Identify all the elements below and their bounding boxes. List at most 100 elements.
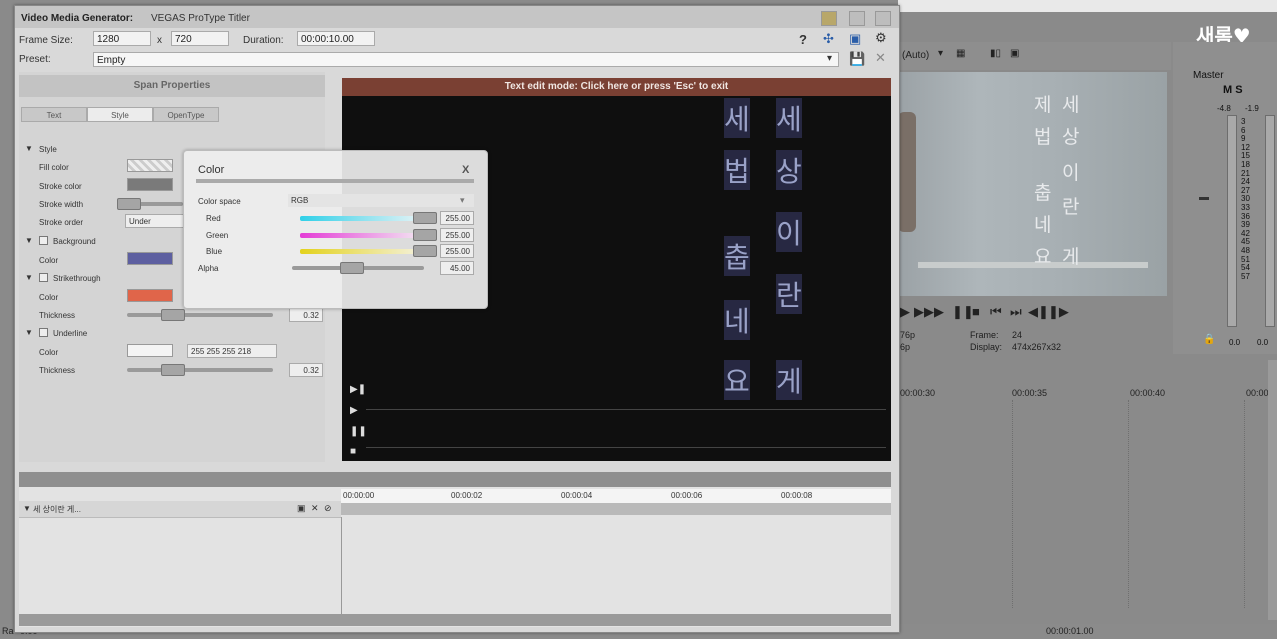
slider-thumb[interactable] bbox=[413, 212, 437, 224]
frame-icon[interactable]: ▣ bbox=[849, 31, 861, 47]
blue-slider[interactable] bbox=[300, 249, 422, 254]
expand-icon[interactable]: ▼ bbox=[23, 504, 31, 513]
strikethrough-thickness-value[interactable]: 0.32 bbox=[289, 308, 323, 322]
main-timeline-tracks[interactable] bbox=[898, 400, 1268, 608]
play-icon[interactable]: ▶ bbox=[934, 304, 944, 320]
title-char[interactable]: 춥 bbox=[724, 236, 750, 276]
timeline-divider[interactable] bbox=[19, 472, 891, 487]
expand-icon[interactable]: ▼ bbox=[25, 273, 33, 282]
duration-field[interactable]: 00:00:10.00 bbox=[297, 31, 375, 46]
slider-thumb[interactable] bbox=[161, 364, 185, 376]
colorspace-dropdown[interactable]: RGB bbox=[288, 194, 474, 207]
background-color-swatch[interactable] bbox=[127, 252, 173, 265]
title-char[interactable]: 세 bbox=[776, 98, 802, 138]
title-char[interactable]: 요 bbox=[724, 360, 750, 400]
preview-scrub-line[interactable] bbox=[366, 447, 886, 448]
layout-icon-2[interactable] bbox=[849, 11, 865, 26]
green-value[interactable]: 255.00 bbox=[440, 228, 474, 242]
green-slider[interactable] bbox=[300, 233, 422, 238]
slider-thumb[interactable] bbox=[413, 245, 437, 257]
stroke-color-swatch[interactable] bbox=[127, 178, 173, 191]
chevron-down-icon[interactable]: ▾ bbox=[460, 195, 465, 206]
strikethrough-thickness-slider[interactable] bbox=[127, 313, 273, 317]
move-icon[interactable]: ✣ bbox=[823, 31, 834, 47]
underline-checkbox[interactable] bbox=[39, 328, 48, 337]
help-icon[interactable]: ? bbox=[799, 32, 807, 47]
title-char[interactable]: 네 bbox=[724, 300, 750, 340]
preview-quality[interactable]: (Auto) bbox=[902, 50, 929, 61]
delete-preset-icon[interactable]: ✕ bbox=[875, 50, 886, 66]
gear-icon[interactable]: ⚙ bbox=[875, 30, 887, 46]
slider-thumb[interactable] bbox=[117, 198, 141, 210]
stroke-order-dropdown[interactable]: Under bbox=[125, 214, 185, 228]
expand-icon[interactable]: ▼ bbox=[25, 236, 33, 245]
expand-icon[interactable]: ▼ bbox=[25, 328, 33, 337]
title-char[interactable]: 이 bbox=[776, 212, 802, 252]
play-icon[interactable]: ▶ bbox=[350, 405, 358, 416]
pause-icon[interactable]: ❚❚ bbox=[952, 304, 974, 320]
stop-icon[interactable]: ■ bbox=[972, 304, 980, 319]
stop-icon[interactable]: ■ bbox=[350, 446, 356, 457]
step-back-icon[interactable]: ◀❚ bbox=[1028, 304, 1049, 320]
frame-width-field[interactable]: 1280 bbox=[93, 31, 151, 46]
split-icon[interactable]: ▮▯ bbox=[990, 48, 1001, 59]
title-char[interactable]: 법 bbox=[724, 150, 750, 190]
title-char[interactable]: 란 bbox=[776, 274, 802, 314]
timeline-ruler[interactable]: 00:00:00 00:00:02 00:00:04 00:00:06 00:0… bbox=[341, 489, 891, 504]
preset-dropdown[interactable]: Empty bbox=[93, 52, 839, 67]
underline-thickness-slider[interactable] bbox=[127, 368, 273, 372]
track-settings-icon[interactable]: ▣ bbox=[297, 503, 306, 514]
expand-icon[interactable]: ▼ bbox=[25, 144, 33, 153]
alpha-value[interactable]: 45.00 bbox=[440, 261, 474, 275]
pause-icon[interactable]: ❚❚ bbox=[350, 426, 367, 437]
preview-scrub-line[interactable] bbox=[366, 409, 886, 410]
slider-thumb[interactable] bbox=[413, 229, 437, 241]
slider-thumb[interactable] bbox=[340, 262, 364, 274]
duration-label: Duration: bbox=[243, 35, 284, 46]
chevron-down-icon[interactable]: ▾ bbox=[827, 53, 832, 64]
next-frame-icon[interactable]: ⏭ bbox=[1010, 304, 1022, 320]
step-forward-icon[interactable]: ❚▶ bbox=[1048, 304, 1069, 320]
grid-icon[interactable]: ▦ bbox=[956, 48, 965, 59]
red-slider[interactable] bbox=[300, 216, 422, 221]
play-icon[interactable]: ▶▶ bbox=[914, 304, 934, 320]
play-start-icon[interactable]: ▶❚ bbox=[350, 384, 366, 395]
save-preset-icon[interactable]: 💾 bbox=[849, 51, 865, 67]
title-char[interactable]: 상 bbox=[776, 150, 802, 190]
layout-icon-3[interactable] bbox=[875, 11, 891, 26]
layout-icon[interactable] bbox=[821, 11, 837, 26]
text-edit-banner[interactable]: Text edit mode: Click here or press 'Esc… bbox=[342, 78, 891, 96]
blue-value[interactable]: 255.00 bbox=[440, 244, 474, 258]
underline-color-swatch[interactable] bbox=[127, 344, 173, 357]
tab-text[interactable]: Text bbox=[21, 107, 87, 122]
strikethrough-checkbox[interactable] bbox=[39, 273, 48, 282]
underline-thickness-value[interactable]: 0.32 bbox=[289, 363, 323, 377]
tab-style[interactable]: Style bbox=[87, 107, 153, 122]
fill-color-label: Fill color bbox=[39, 163, 69, 172]
prev-frame-icon[interactable]: ⏮ bbox=[990, 304, 1002, 320]
close-icon[interactable]: ✕ bbox=[311, 503, 319, 514]
save-frame-icon[interactable]: ▣ bbox=[1010, 48, 1019, 59]
dropdown-arrow-icon[interactable]: ▾ bbox=[938, 48, 943, 59]
title-char[interactable]: 게 bbox=[776, 360, 802, 400]
close-icon[interactable]: X bbox=[462, 164, 469, 176]
fill-color-swatch[interactable] bbox=[127, 159, 173, 172]
background-checkbox[interactable] bbox=[39, 236, 48, 245]
mute-solo[interactable]: M S bbox=[1223, 84, 1243, 96]
disable-icon[interactable]: ⊘ bbox=[324, 503, 332, 514]
slider-thumb[interactable] bbox=[161, 309, 185, 321]
title-char[interactable]: 세 bbox=[724, 98, 750, 138]
timeline-scrollbar[interactable] bbox=[19, 614, 891, 626]
frame-height-field[interactable]: 720 bbox=[171, 31, 229, 46]
play-start-icon[interactable]: ▶ bbox=[900, 304, 910, 320]
tab-opentype[interactable]: OpenType bbox=[153, 107, 219, 122]
lock-icon[interactable]: 🔒 bbox=[1203, 334, 1215, 345]
track-header[interactable]: ▼ 세 상이란 게... ▣ ✕ ⊘ bbox=[19, 501, 341, 518]
fader-thumb[interactable]: ▬ bbox=[1199, 192, 1209, 203]
scrollbar-vertical[interactable] bbox=[1268, 360, 1277, 620]
red-value[interactable]: 255.00 bbox=[440, 211, 474, 225]
display-label: Display: bbox=[970, 342, 1003, 352]
strikethrough-color-swatch[interactable] bbox=[127, 289, 173, 302]
underline-color-value[interactable]: 255 255 255 218 bbox=[187, 344, 277, 358]
track-bar[interactable] bbox=[341, 503, 891, 515]
